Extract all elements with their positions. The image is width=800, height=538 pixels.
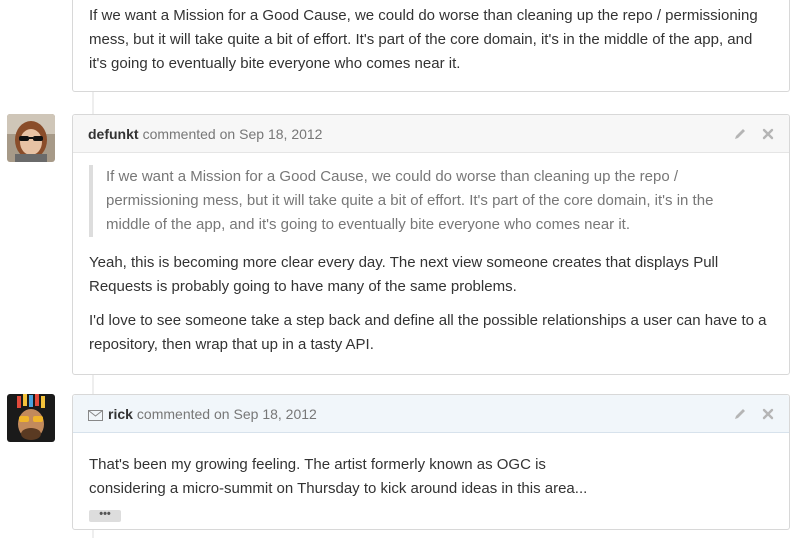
comment-defunkt: defunkt commented on Sep 18, 2012 If we … bbox=[72, 114, 790, 375]
comment-action: commented on bbox=[136, 405, 230, 422]
comment-rick: rick commented on Sep 18, 2012 That's be… bbox=[72, 394, 790, 530]
comment-line: considering a micro-summit on Thursday t… bbox=[89, 480, 588, 497]
comment-body: If we want a Mission for a Good Cause, w… bbox=[73, 165, 789, 357]
comment-previous: If we want a Mission for a Good Cause, w… bbox=[72, 0, 790, 92]
comment-body: If we want a Mission for a Good Cause, w… bbox=[73, 0, 789, 76]
close-icon[interactable] bbox=[761, 407, 775, 421]
comment-author[interactable]: rick bbox=[108, 406, 133, 422]
comment-line: That's been my growing feeling. The arti… bbox=[89, 456, 546, 473]
comment-text: If we want a Mission for a Good Cause, w… bbox=[89, 7, 758, 72]
avatar-defunkt[interactable] bbox=[7, 114, 55, 162]
close-icon[interactable] bbox=[761, 127, 775, 141]
comment-header: rick commented on Sep 18, 2012 bbox=[73, 395, 789, 433]
comment-body: That's been my growing feeling. The arti… bbox=[73, 433, 789, 525]
pencil-icon[interactable] bbox=[733, 127, 747, 141]
comment-header: defunkt commented on Sep 18, 2012 bbox=[73, 115, 789, 153]
comment-paragraph: I'd love to see someone take a step back… bbox=[89, 312, 767, 353]
comment-paragraph: Yeah, this is becoming more clear every … bbox=[89, 254, 719, 295]
pencil-icon[interactable] bbox=[733, 407, 747, 421]
comment-author[interactable]: defunkt bbox=[88, 126, 139, 142]
show-more-button[interactable]: ••• bbox=[89, 509, 121, 522]
comment-date[interactable]: Sep 18, 2012 bbox=[239, 126, 322, 142]
envelope-icon bbox=[88, 408, 103, 421]
blockquote: If we want a Mission for a Good Cause, w… bbox=[89, 165, 773, 237]
avatar-rick[interactable] bbox=[7, 394, 55, 442]
comment-date[interactable]: Sep 18, 2012 bbox=[234, 406, 317, 422]
comment-action: commented on bbox=[142, 125, 236, 142]
